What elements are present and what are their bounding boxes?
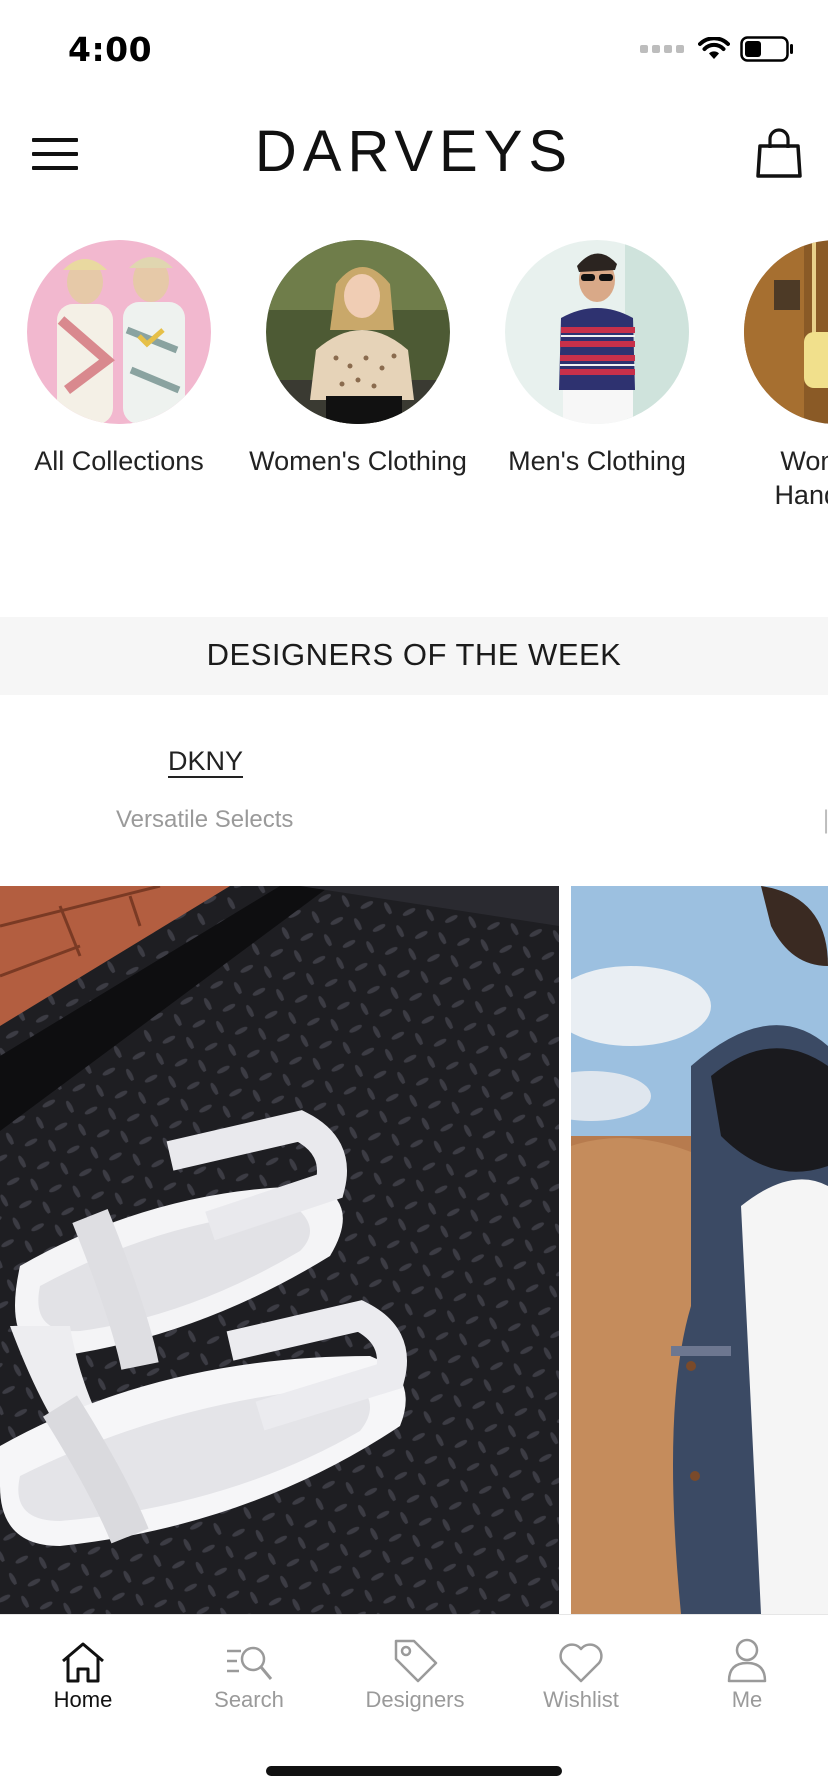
home-indicator[interactable] xyxy=(266,1766,562,1776)
section-title: DESIGNERS OF THE WEEK xyxy=(206,637,622,672)
category-label: Women's Clothing xyxy=(249,446,467,476)
category-image xyxy=(505,240,689,424)
brand-logo[interactable]: DARVEYS xyxy=(0,118,828,185)
status-indicators xyxy=(640,36,794,62)
feature-image-denim[interactable] xyxy=(571,886,828,1614)
category-image xyxy=(27,240,211,424)
category-womens-clothing[interactable]: Women's Clothing xyxy=(243,240,473,478)
tab-label: Home xyxy=(53,1687,113,1712)
app-screen: 4:00 DARVEYS All Collections Women's Clo… xyxy=(0,0,828,1792)
category-label: Men's Clothing xyxy=(508,446,686,476)
tab-label: Me xyxy=(731,1687,763,1712)
category-womens-handbags[interactable]: Women's Handbags xyxy=(721,240,828,512)
search-icon xyxy=(227,1646,273,1680)
designers-section-header: DESIGNERS OF THE WEEK xyxy=(0,617,828,695)
tab-me[interactable]: Me xyxy=(664,1625,828,1713)
designer-link-dkny[interactable]: DKNY xyxy=(168,746,243,777)
tab-label: Designers xyxy=(365,1687,465,1712)
user-icon xyxy=(727,1638,767,1683)
designer-tagline: Versatile Selects xyxy=(116,806,294,833)
tab-home[interactable]: Home xyxy=(0,1625,166,1713)
tag-icon xyxy=(394,1639,438,1683)
category-carousel[interactable]: All Collections Women's Clothing Men's C… xyxy=(0,240,828,540)
cellular-signal-icon xyxy=(640,45,684,53)
tab-wishlist[interactable]: Wishlist xyxy=(498,1625,664,1713)
app-header: DARVEYS xyxy=(0,110,828,200)
heart-icon xyxy=(559,1643,603,1683)
category-mens-clothing[interactable]: Men's Clothing xyxy=(482,240,712,478)
designer-tabs[interactable]: DKNY Versatile Selects | xyxy=(0,740,828,850)
category-label: Women's Handbags xyxy=(774,446,828,510)
tab-search[interactable]: Search xyxy=(166,1625,332,1713)
home-icon xyxy=(62,1642,104,1683)
battery-icon xyxy=(740,36,793,62)
tab-label: Search xyxy=(214,1687,284,1712)
tab-designers[interactable]: Designers xyxy=(332,1625,498,1713)
feature-image-sandals[interactable] xyxy=(0,886,559,1614)
status-bar: 4:00 xyxy=(0,0,828,100)
tab-label: Wishlist xyxy=(543,1687,619,1712)
designer-feature-carousel[interactable] xyxy=(0,886,828,1614)
category-image xyxy=(744,240,828,424)
category-image xyxy=(266,240,450,424)
category-all-collections[interactable]: All Collections xyxy=(4,240,234,478)
next-designer-peek[interactable]: | xyxy=(822,806,828,834)
status-time: 4:00 xyxy=(68,30,153,69)
category-label: All Collections xyxy=(34,446,204,476)
shopping-bag-icon[interactable] xyxy=(756,126,802,178)
wifi-icon xyxy=(698,37,730,59)
